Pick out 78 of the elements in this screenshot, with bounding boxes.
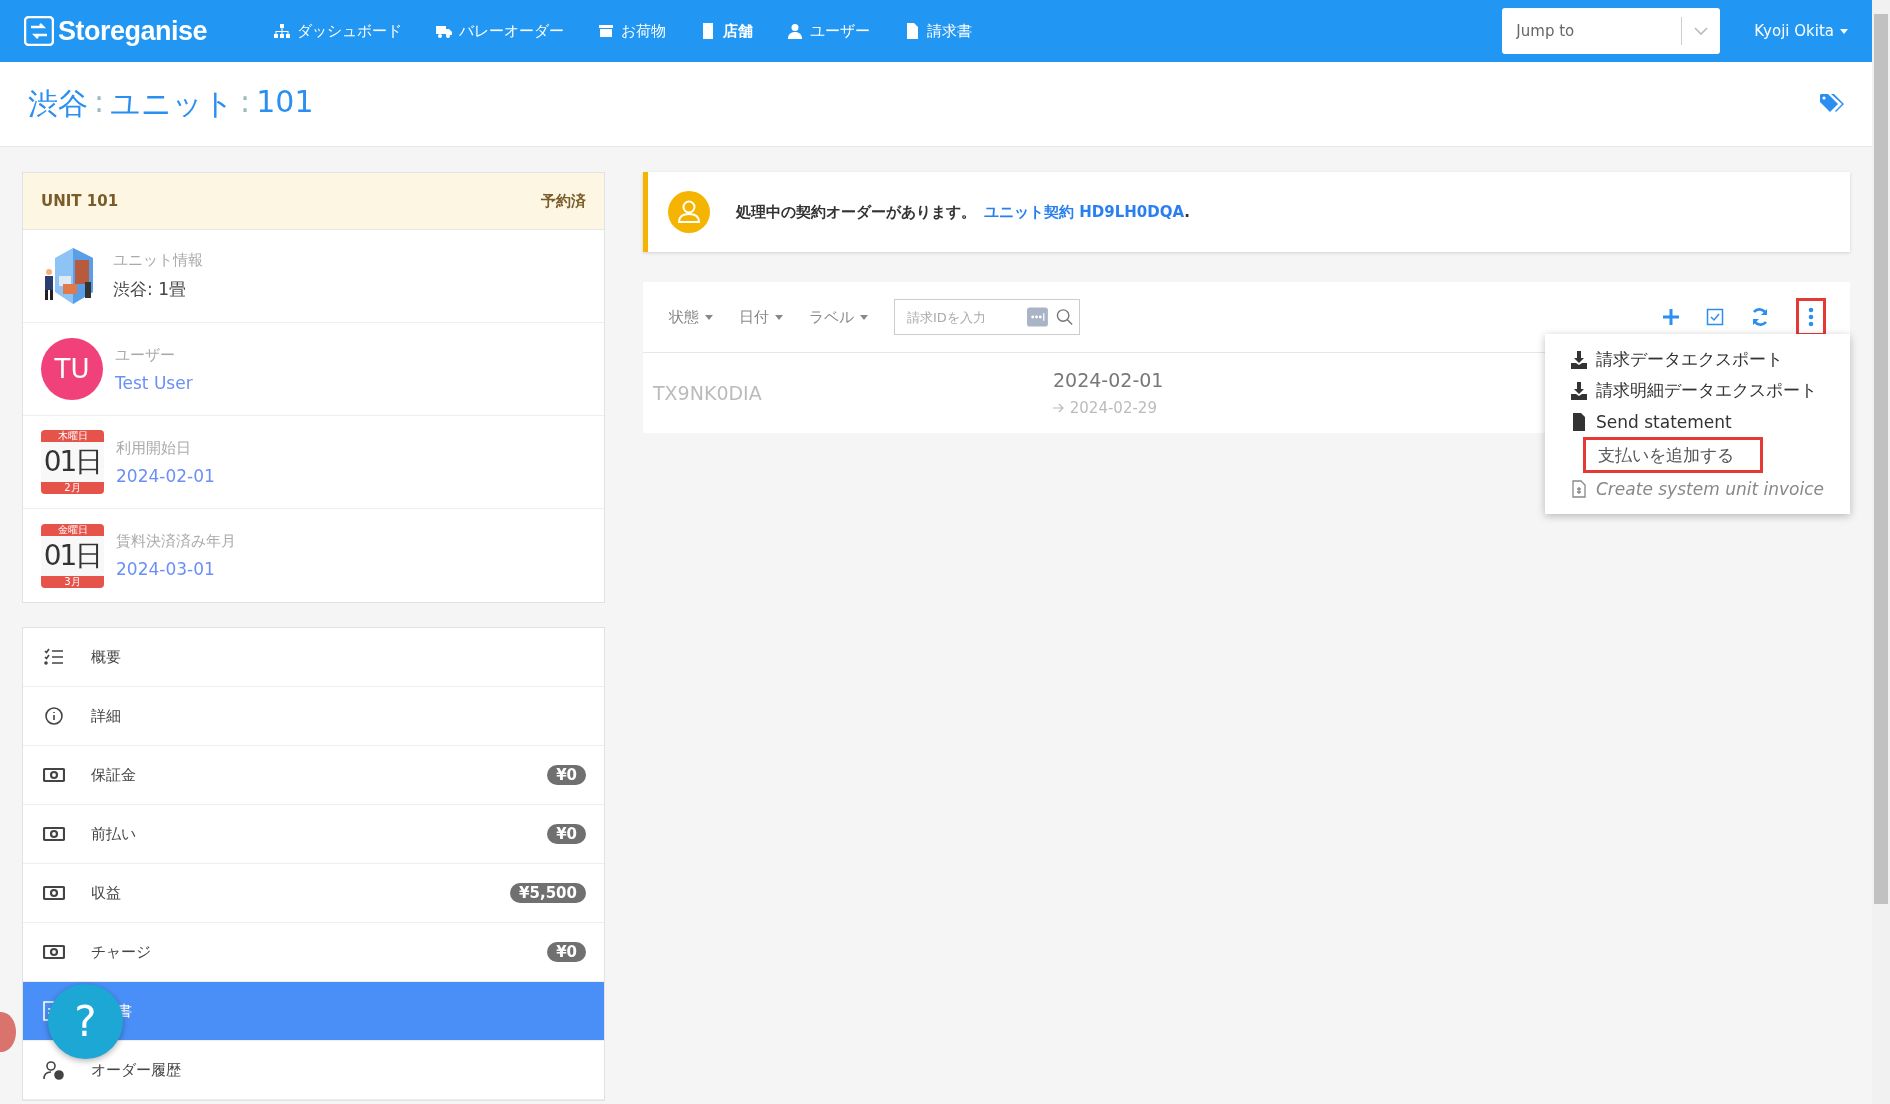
banknote-icon (43, 883, 65, 903)
invoice-end-date: 2024-02-29 (1053, 399, 1164, 417)
filter-dropdown[interactable]: ラベル (809, 307, 868, 327)
menu-item[interactable]: 支払いを追加する (1583, 437, 1763, 473)
download-icon (1571, 381, 1587, 400)
filter-dropdown[interactable]: 状態 (669, 307, 713, 327)
breadcrumb-separator: : (240, 83, 251, 121)
field-link[interactable]: Test User (115, 372, 193, 393)
contract-link[interactable]: ユニット契約 HD9LH0DQA (984, 202, 1185, 221)
breadcrumb-link[interactable]: 渋谷 (28, 83, 88, 125)
field-label: ユーザー (115, 345, 176, 365)
field-value: 渋谷: 1畳 (113, 278, 187, 301)
menu-item[interactable]: 請求明細データエクスポート (1545, 375, 1850, 406)
nav-link[interactable]: ユーザー (787, 21, 870, 41)
field-label: 賃料決済済み年月 (116, 532, 236, 551)
alert-message: 処理中の契約オーダーがあります。 ユニット契約 HD9LH0DQA. (736, 202, 1190, 222)
truck-icon (436, 23, 452, 39)
box-icon (598, 23, 614, 39)
banknote-icon (43, 824, 65, 844)
nav-link[interactable]: バレーオーダー (436, 21, 564, 41)
unit-status: 予約済 (541, 191, 586, 211)
user-avatar: TU (41, 338, 103, 400)
user-icon (787, 23, 803, 39)
password-dots-icon (1027, 307, 1048, 327)
nav-link[interactable]: お荷物 (598, 21, 666, 41)
banknote-icon (43, 942, 65, 962)
sitemap-icon (274, 23, 290, 39)
amount-badge: ¥5,500 (510, 883, 586, 903)
refresh-icon[interactable] (1750, 307, 1770, 327)
search-field[interactable]: 請求IDを入力 (894, 299, 1080, 335)
menu-item[interactable]: 請求データエクスポート (1545, 344, 1850, 375)
field-link[interactable]: 2024-03-01 (116, 559, 236, 579)
menu-item[interactable]: Create system unit invoice (1545, 473, 1850, 504)
invoice-id[interactable]: TX9NK0DIA (653, 382, 1053, 404)
info-icon (43, 706, 65, 726)
field-label: 利用開始日 (116, 438, 192, 458)
amount-badge: ¥0 (547, 942, 586, 962)
calendar-date: 木曜日 01日 2月 (41, 430, 104, 494)
nav-link[interactable]: ダッシュボード (274, 21, 402, 41)
brand-name[interactable]: Storeganise (58, 15, 208, 47)
user-menu[interactable]: Kyoji Okita (1754, 22, 1848, 40)
building-icon (700, 23, 716, 39)
more-vertical-icon (1808, 307, 1814, 327)
calendar-date: 金曜日 01日 3月 (41, 523, 104, 588)
breadcrumb-separator: : (94, 83, 105, 121)
add-icon[interactable] (1662, 308, 1680, 326)
amount-badge: ¥0 (547, 824, 586, 844)
search-icon[interactable] (1055, 308, 1073, 326)
invoice-icon (1571, 412, 1587, 431)
breadcrumb-link[interactable]: ユニット (110, 83, 235, 125)
field-link[interactable]: 2024-02-01 (116, 465, 215, 486)
arrow-right-icon (1053, 403, 1065, 413)
user-icon (668, 191, 710, 233)
logo-icon (24, 16, 54, 46)
menu-item[interactable]: Send statement (1545, 406, 1850, 437)
side-menu-item[interactable]: 前払い ¥0 (23, 805, 604, 864)
invoice-start-date: 2024-02-01 (1053, 369, 1164, 391)
nav-link[interactable]: 店舗 (700, 21, 753, 41)
unit-title: UNIT 101 (41, 192, 119, 210)
download-icon (1571, 350, 1587, 369)
side-menu-item[interactable]: 概要 (23, 628, 604, 687)
jump-to-select[interactable]: Jump to (1502, 8, 1721, 54)
document-icon (904, 23, 920, 39)
side-menu-item[interactable]: 保証金 ¥0 (23, 746, 604, 805)
field-label: ユニット情報 (113, 251, 203, 270)
tags-icon[interactable] (1820, 94, 1844, 114)
checkbox-icon[interactable] (1706, 308, 1724, 326)
filter-dropdown[interactable]: 日付 (739, 307, 783, 327)
invoice-icon (1571, 479, 1587, 498)
user-clock-icon (43, 1060, 65, 1080)
checklist-icon (43, 647, 65, 667)
chevron-down-icon (1694, 26, 1709, 36)
side-menu-item[interactable]: 詳細 (23, 687, 604, 746)
side-menu-item[interactable]: 収益 ¥5,500 (23, 864, 604, 923)
banknote-icon (43, 765, 65, 785)
amount-badge: ¥0 (547, 765, 586, 785)
nav-link[interactable]: 請求書 (904, 21, 972, 41)
breadcrumb-link[interactable]: 101 (256, 83, 314, 125)
